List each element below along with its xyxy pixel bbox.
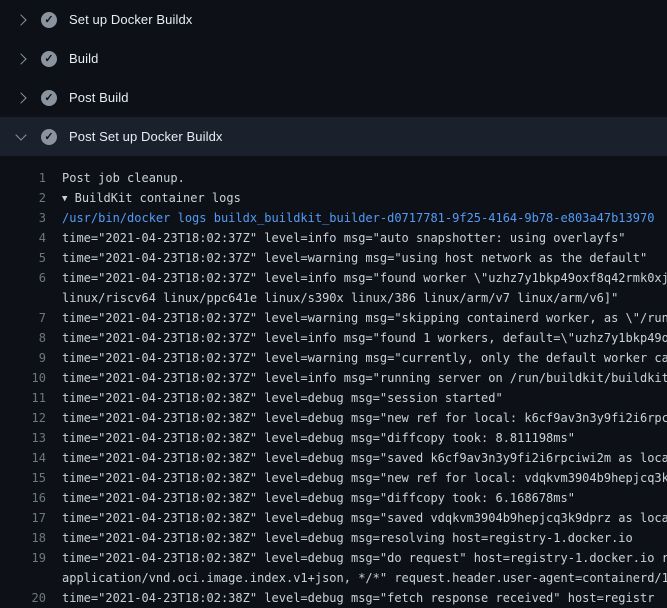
line-number-link[interactable]: 17 <box>0 508 46 528</box>
line-number-link[interactable]: 20 <box>0 588 46 608</box>
line-number-link[interactable]: 5 <box>0 248 46 268</box>
log-group-toggle[interactable]: ▼ BuildKit container logs <box>62 188 667 208</box>
step-header-build[interactable]: ✓ Build <box>0 39 667 78</box>
log-text: time="2021-04-23T18:02:38Z" level=debug … <box>62 588 667 608</box>
step-label: Set up Docker Buildx <box>69 12 192 27</box>
log-text: time="2021-04-23T18:02:37Z" level=warnin… <box>62 308 667 328</box>
log-line: 7 time="2021-04-23T18:02:37Z" level=warni… <box>0 308 667 328</box>
log-line: 8 time="2021-04-23T18:02:37Z" level=info … <box>0 328 667 348</box>
step-label: Post Set up Docker Buildx <box>69 129 223 144</box>
line-number-link[interactable]: 11 <box>0 388 46 408</box>
log-line: 18 time="2021-04-23T18:02:38Z" level=debu… <box>0 528 667 548</box>
check-circle-icon: ✓ <box>41 51 57 67</box>
log-text: time="2021-04-23T18:02:38Z" level=debug … <box>62 468 667 488</box>
check-circle-icon: ✓ <box>41 129 57 145</box>
log-line: 2 ▼ BuildKit container logs <box>0 188 667 208</box>
log-text: time="2021-04-23T18:02:37Z" level=info m… <box>62 328 667 348</box>
log-line: 3/usr/bin/docker logs buildx_buildkit_bu… <box>0 208 667 228</box>
log-line: 4 time="2021-04-23T18:02:37Z" level=info … <box>0 228 667 248</box>
line-number-link[interactable]: 4 <box>0 228 46 248</box>
log-lines: 1 Post job cleanup. 2 ▼ BuildKit container … <box>0 156 667 608</box>
log-line: 11 time="2021-04-23T18:02:38Z" level=debu… <box>0 388 667 408</box>
log-text: time="2021-04-23T18:02:37Z" level=info m… <box>62 368 667 388</box>
step-label: Post Build <box>69 90 129 105</box>
line-number-spacer <box>0 568 46 588</box>
log-text: time="2021-04-23T18:02:38Z" level=debug … <box>62 388 667 408</box>
line-number-link[interactable]: 7 <box>0 308 46 328</box>
log-line: 15 time="2021-04-23T18:02:38Z" level=debu… <box>0 468 667 488</box>
step-label: Build <box>69 51 98 66</box>
line-number-link[interactable]: 1 <box>0 168 46 188</box>
log-line: 1 Post job cleanup. <box>0 168 667 188</box>
step-header-post-set-up-docker-buildx[interactable]: ✓ Post Set up Docker Buildx <box>0 117 667 156</box>
log-line: 6 time="2021-04-23T18:02:37Z" level=info … <box>0 268 667 288</box>
log-text: time="2021-04-23T18:02:37Z" level=info m… <box>62 228 667 248</box>
chevron-right-icon <box>15 53 26 64</box>
log-line: 5 time="2021-04-23T18:02:37Z" level=warni… <box>0 248 667 268</box>
log-text: application/vnd.oci.image.index.v1+json,… <box>62 568 667 588</box>
log-line: 14 time="2021-04-23T18:02:38Z" level=debu… <box>0 448 667 468</box>
line-number-link[interactable]: 10 <box>0 368 46 388</box>
log-text: time="2021-04-23T18:02:37Z" level=info m… <box>62 268 667 288</box>
log-text: time="2021-04-23T18:02:38Z" level=debug … <box>62 508 667 528</box>
log-text: time="2021-04-23T18:02:37Z" level=warnin… <box>62 348 667 368</box>
line-number-link[interactable]: 13 <box>0 428 46 448</box>
log-text: time="2021-04-23T18:02:38Z" level=debug … <box>62 408 667 428</box>
line-number-link[interactable]: 18 <box>0 528 46 548</box>
log-line: 17 time="2021-04-23T18:02:38Z" level=debu… <box>0 508 667 528</box>
log-text: time="2021-04-23T18:02:38Z" level=debug … <box>62 548 667 568</box>
line-number-link[interactable]: 14 <box>0 448 46 468</box>
log-text: time="2021-04-23T18:02:38Z" level=debug … <box>62 428 667 448</box>
chevron-right-icon <box>15 92 26 103</box>
log-line: linux/riscv64 linux/ppc641e linux/s390x … <box>0 288 667 308</box>
log-line: 16 time="2021-04-23T18:02:38Z" level=debu… <box>0 488 667 508</box>
log-line: application/vnd.oci.image.index.v1+json,… <box>0 568 667 588</box>
log-text: time="2021-04-23T18:02:38Z" level=debug … <box>62 528 667 548</box>
line-number-link[interactable]: 15 <box>0 468 46 488</box>
chevron-right-icon <box>15 14 26 25</box>
log-line: 10 time="2021-04-23T18:02:37Z" level=info… <box>0 368 667 388</box>
log-line: 13 time="2021-04-23T18:02:38Z" level=debu… <box>0 428 667 448</box>
log-text: time="2021-04-23T18:02:37Z" level=warnin… <box>62 248 667 268</box>
line-number-link[interactable]: 3 <box>0 208 46 228</box>
line-number-link[interactable]: 19 <box>0 548 46 568</box>
steps-list: ✓ Set up Docker Buildx ✓ Build ✓ Post Build ✓ P… <box>0 0 667 156</box>
check-circle-icon: ✓ <box>41 90 57 106</box>
log-text: Post job cleanup. <box>62 168 667 188</box>
log-text: time="2021-04-23T18:02:38Z" level=debug … <box>62 448 667 468</box>
step-header-post-build[interactable]: ✓ Post Build <box>0 78 667 117</box>
log-line: 12 time="2021-04-23T18:02:38Z" level=debu… <box>0 408 667 428</box>
line-number-spacer <box>0 288 46 308</box>
log-text: /usr/bin/docker logs buildx_buildkit_bui… <box>62 208 667 228</box>
line-number-link[interactable]: 9 <box>0 348 46 368</box>
line-number-link[interactable]: 8 <box>0 328 46 348</box>
log-line: 20 time="2021-04-23T18:02:38Z" level=debu… <box>0 588 667 608</box>
step-header-set-up-docker-buildx[interactable]: ✓ Set up Docker Buildx <box>0 0 667 39</box>
collapse-arrow-icon: ▼ <box>62 189 67 208</box>
line-number-link[interactable]: 16 <box>0 488 46 508</box>
line-number-link[interactable]: 2 <box>0 188 46 208</box>
log-text: time="2021-04-23T18:02:38Z" level=debug … <box>62 488 667 508</box>
line-number-link[interactable]: 6 <box>0 268 46 288</box>
line-number-link[interactable]: 12 <box>0 408 46 428</box>
log-line: 9 time="2021-04-23T18:02:37Z" level=warni… <box>0 348 667 368</box>
check-circle-icon: ✓ <box>41 12 57 28</box>
log-line: 19 time="2021-04-23T18:02:38Z" level=debu… <box>0 548 667 568</box>
log-text: linux/riscv64 linux/ppc641e linux/s390x … <box>62 288 667 308</box>
chevron-down-icon <box>15 129 26 140</box>
